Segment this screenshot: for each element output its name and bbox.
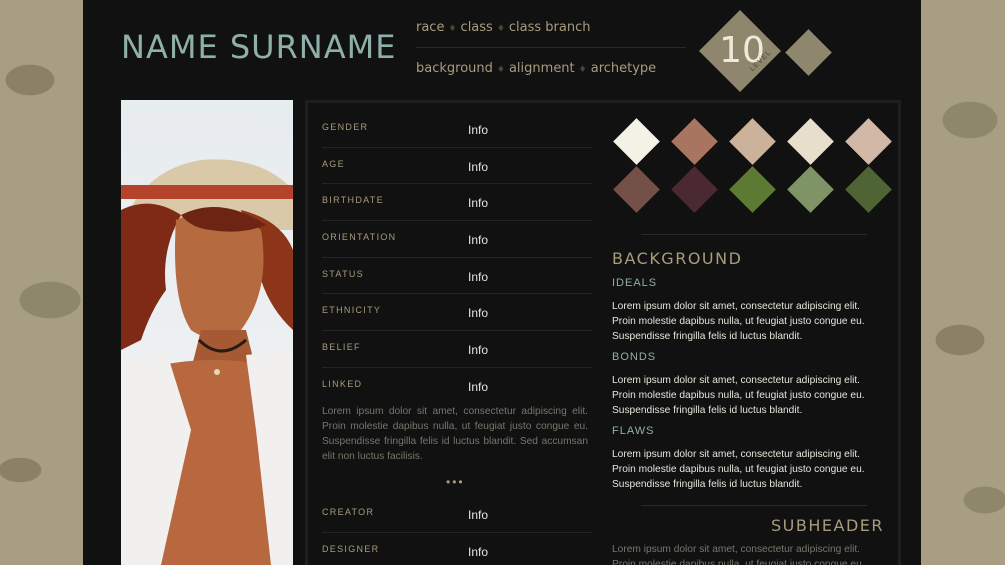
subheader-text: Lorem ipsum dolor sit amet, consectetur …: [612, 544, 865, 565]
character-portrait: [121, 100, 293, 565]
info-row-age: AGE Info: [322, 148, 592, 185]
meta-race: race: [416, 20, 445, 35]
meta-background: background: [416, 61, 493, 76]
small-diamond: [785, 29, 832, 76]
meta-divider: [416, 47, 686, 48]
palette-swatch: [787, 166, 834, 213]
info-label: AGE: [322, 158, 345, 169]
credit-label: DESIGNER: [322, 543, 380, 554]
info-row-status: STATUS Info: [322, 258, 592, 295]
credit-list: CREATOR Info DESIGNER Info: [322, 496, 592, 565]
info-row-belief: BELIEF Info: [322, 331, 592, 368]
palette-swatch: [729, 166, 776, 213]
character-description: Lorem ipsum dolor sit amet, consectetur …: [322, 406, 588, 462]
separator-icon: ♦: [496, 24, 505, 34]
info-row-orientation: ORIENTATION Info: [322, 221, 592, 258]
meta-class: class: [460, 20, 493, 35]
palette-swatch: [671, 166, 718, 213]
credit-row-creator: CREATOR Info: [322, 496, 592, 533]
color-palette: [613, 118, 903, 219]
palette-swatch: [845, 166, 892, 213]
info-label: ETHNICITY: [322, 305, 382, 316]
palette-swatch: [787, 118, 834, 165]
info-value: Info: [468, 343, 489, 358]
info-value: Info: [468, 233, 489, 248]
palette-swatch: [729, 118, 776, 165]
portrait-illustration: [121, 159, 293, 565]
section-divider: [641, 505, 867, 506]
credit-value: Info: [468, 544, 489, 559]
meta-class-branch: class branch: [508, 20, 591, 35]
subheader-title: SUBHEADER: [771, 516, 884, 535]
background-title: BACKGROUND: [612, 249, 743, 268]
flaws-text: Lorem ipsum dolor sit amet, consectetur …: [612, 449, 865, 490]
info-label: BIRTHDATE: [322, 195, 384, 206]
credit-value: Info: [468, 508, 489, 522]
meta-alignment: alignment: [508, 61, 575, 76]
character-sheet: NAME SURNAME race ♦ class ♦ class branch bac…: [83, 0, 921, 565]
info-value: Info: [468, 306, 489, 321]
separator-icon: ♦: [448, 24, 457, 34]
info-row-gender: GENDER Info: [322, 111, 592, 148]
info-label: LINKED: [322, 378, 363, 389]
info-value: Info: [468, 269, 489, 284]
info-row-linked: LINKED Info: [322, 368, 592, 404]
character-name: NAME SURNAME: [121, 28, 397, 66]
info-label: GENDER: [322, 122, 369, 132]
ideals-label: IDEALS: [612, 277, 658, 289]
info-label: STATUS: [322, 268, 364, 279]
credit-row-designer: DESIGNER Info: [322, 533, 592, 565]
ideals-text: Lorem ipsum dolor sit amet, consectetur …: [612, 301, 865, 342]
meta-row-race: race ♦ class ♦ class branch: [416, 20, 591, 35]
separator-icon: ♦: [496, 65, 505, 75]
meta-row-background: background ♦ alignment ♦ archetype: [416, 61, 656, 76]
credit-label: CREATOR: [322, 507, 375, 517]
palette-swatch: [845, 118, 892, 165]
palette-swatch: [613, 118, 660, 165]
info-panel: GENDER Info AGE Info BIRTHDATE Info ORIENTA…: [305, 100, 901, 565]
info-row-ethnicity: ETHNICITY Info: [322, 294, 592, 332]
palette-swatch: [613, 166, 660, 213]
bonds-text: Lorem ipsum dolor sit amet, consectetur …: [612, 375, 865, 416]
section-divider: [641, 234, 867, 235]
bonds-label: BONDS: [612, 351, 657, 363]
info-value: Info: [468, 379, 489, 394]
flaws-label: FLAWS: [612, 425, 655, 437]
info-label: ORIENTATION: [322, 232, 397, 243]
info-value: Info: [468, 196, 489, 211]
palette-swatch: [671, 118, 718, 165]
separator-icon: ♦: [578, 65, 587, 75]
info-label: BELIEF: [322, 342, 361, 353]
info-row-birthdate: BIRTHDATE Info: [322, 184, 592, 222]
level-number: 10: [719, 30, 765, 71]
info-list: GENDER Info AGE Info BIRTHDATE Info ORIENTA…: [322, 111, 592, 404]
ellipsis-divider: •••: [446, 475, 465, 489]
meta-archetype: archetype: [590, 61, 657, 76]
info-value: Info: [468, 159, 489, 174]
info-value: Info: [468, 123, 489, 137]
